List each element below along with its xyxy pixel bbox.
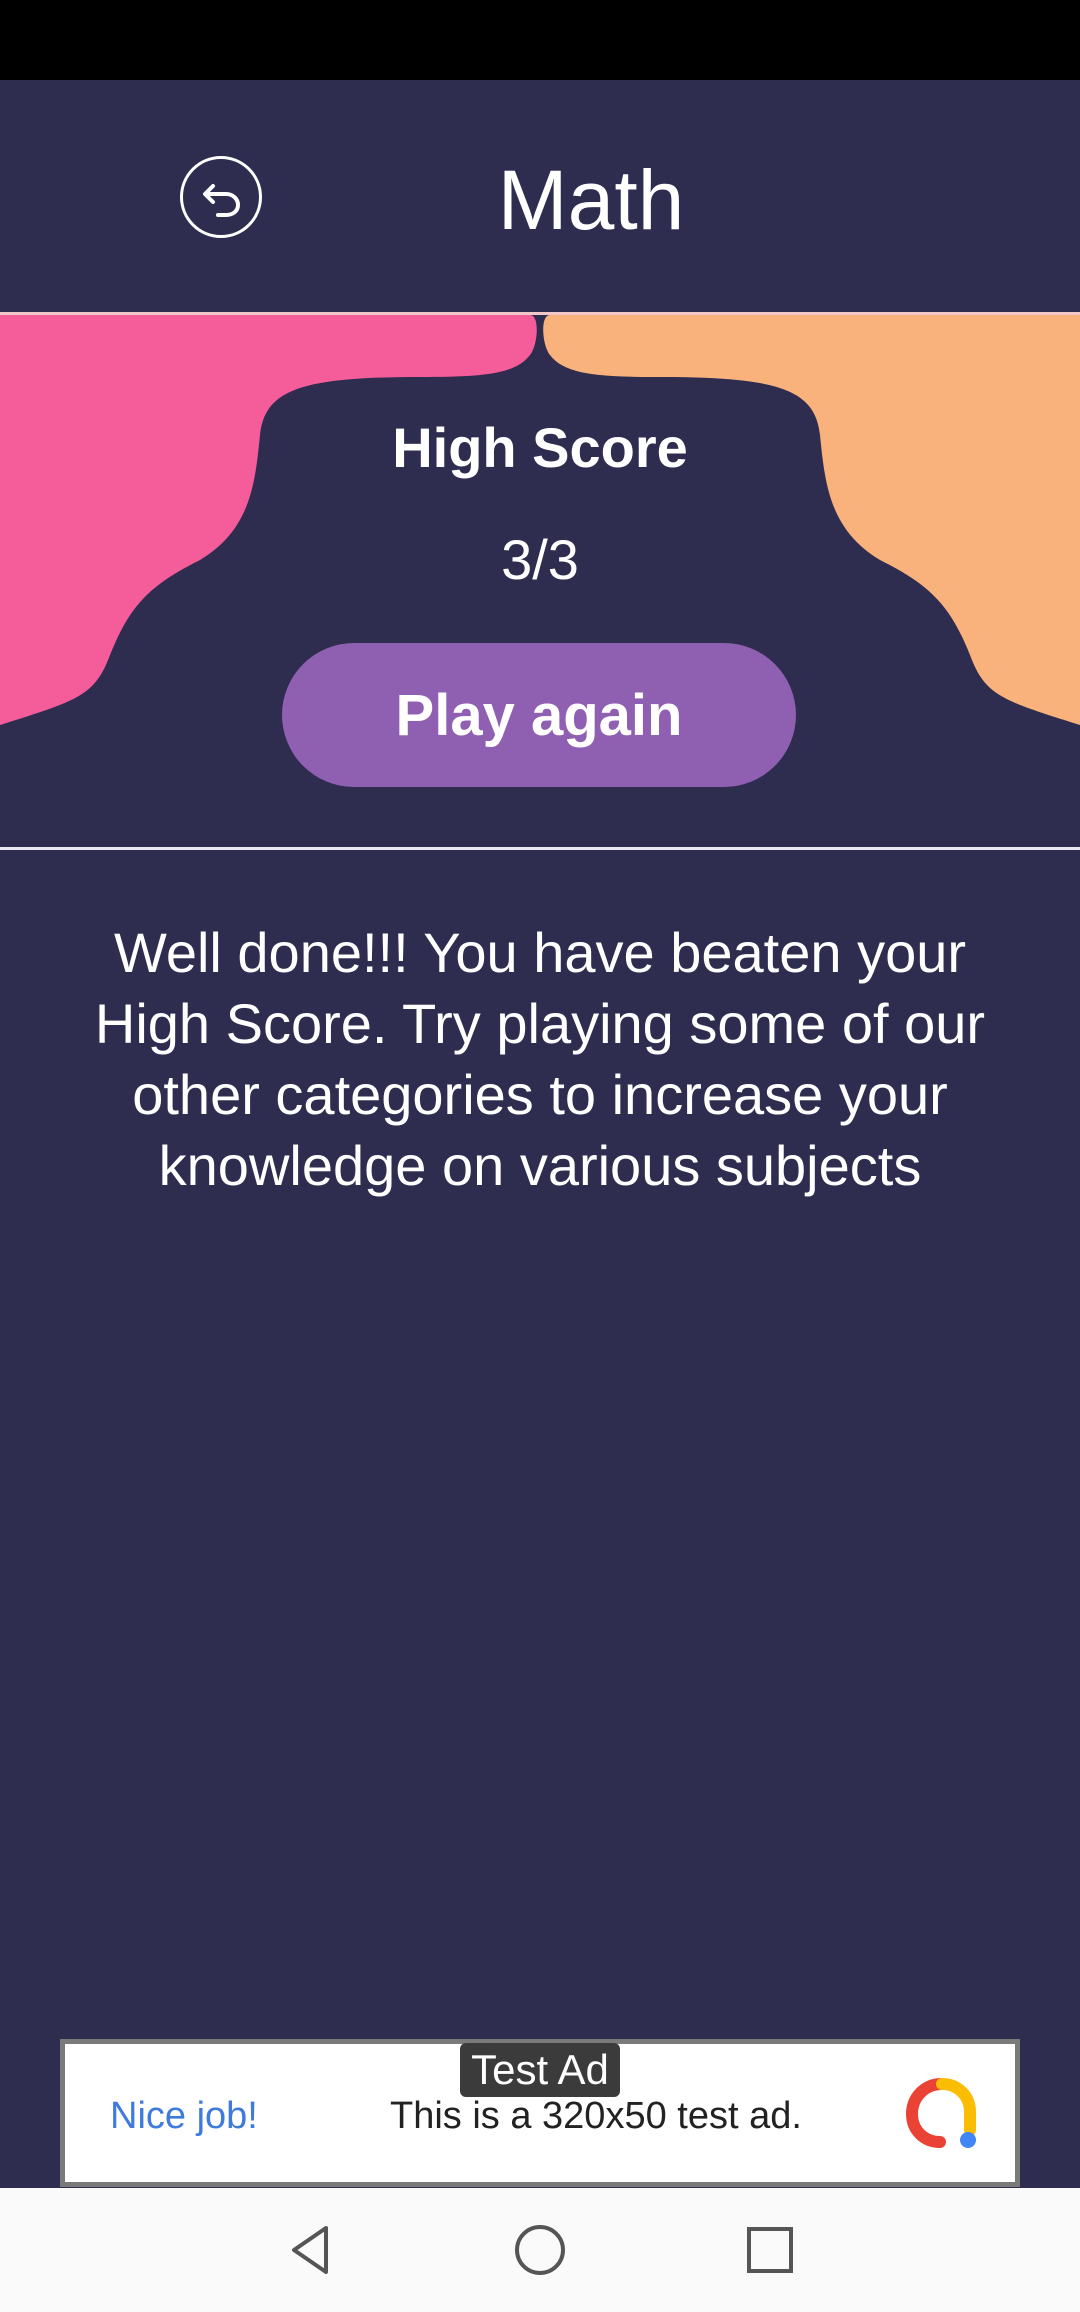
ad-text[interactable]: This is a 320x50 test ad. bbox=[390, 2088, 802, 2144]
nav-back-icon[interactable] bbox=[280, 2220, 340, 2280]
status-bar bbox=[0, 0, 1080, 80]
section-divider bbox=[0, 847, 1080, 850]
nav-recents-icon[interactable] bbox=[740, 2220, 800, 2280]
play-again-button[interactable]: Play again bbox=[282, 643, 796, 787]
result-message: Well done!!! You have beaten your High S… bbox=[94, 921, 986, 1197]
ad-logo-icon[interactable] bbox=[904, 2076, 980, 2152]
nav-home-icon[interactable] bbox=[510, 2220, 570, 2280]
high-score-value: 3/3 bbox=[501, 528, 579, 591]
high-score-label: High Score bbox=[392, 416, 688, 479]
page-title: Math bbox=[497, 153, 685, 247]
ad-headline[interactable]: Nice job! bbox=[110, 2088, 258, 2144]
